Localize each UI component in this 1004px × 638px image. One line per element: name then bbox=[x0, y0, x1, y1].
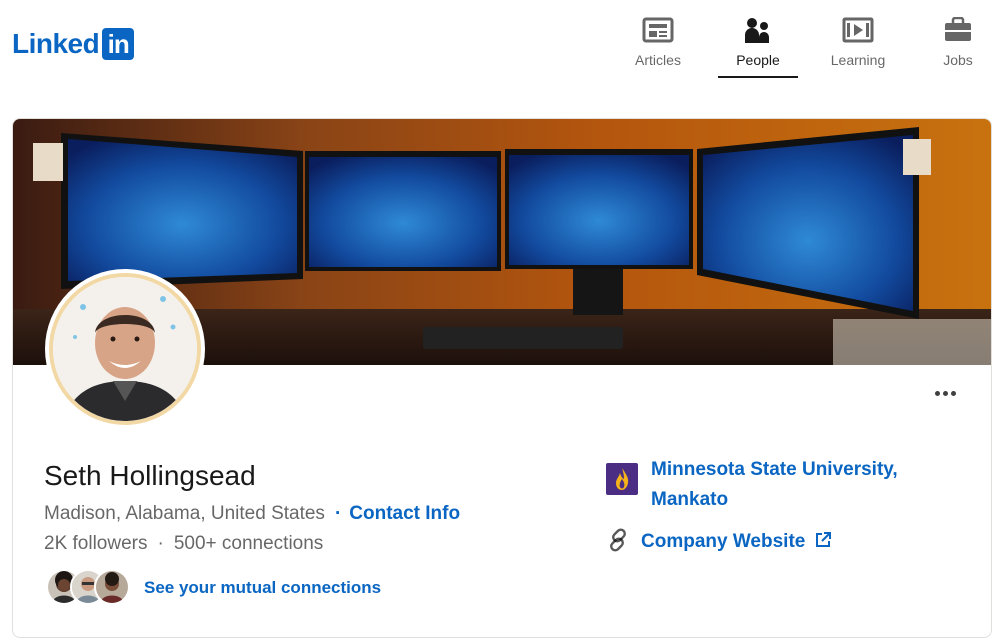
global-nav: Linked in Articles People Learning Jobs bbox=[0, 0, 1004, 92]
nav-jobs[interactable]: Jobs bbox=[918, 14, 998, 78]
link-icon bbox=[606, 528, 630, 557]
separator-dot: · bbox=[157, 533, 164, 554]
nav-label: Articles bbox=[635, 52, 681, 68]
more-dot bbox=[942, 390, 948, 396]
education-entry[interactable]: Minnesota State University, Mankato bbox=[606, 455, 911, 515]
school-name: Minnesota State University, Mankato bbox=[651, 459, 898, 510]
nav-label: Jobs bbox=[943, 52, 973, 68]
external-link-icon bbox=[805, 531, 832, 553]
more-dot bbox=[934, 390, 940, 396]
followers-count[interactable]: 2K followers bbox=[44, 533, 148, 554]
company-website-label: Company Website bbox=[641, 531, 806, 552]
profile-card: Seth Hollingsead Madison, Alabama, Unite… bbox=[12, 118, 992, 638]
company-website-link[interactable]: Company Website bbox=[606, 528, 832, 557]
mutual-connections[interactable]: See your mutual connections bbox=[46, 569, 381, 607]
mutual-avatars bbox=[46, 569, 132, 607]
articles-icon bbox=[642, 14, 674, 46]
mutual-connections-link[interactable]: See your mutual connections bbox=[144, 578, 381, 598]
contact-info-link[interactable]: Contact Info bbox=[349, 503, 460, 524]
location-text: Madison, Alabama, United States bbox=[44, 503, 325, 524]
more-actions-button[interactable] bbox=[927, 379, 963, 407]
logo-box: in bbox=[102, 28, 135, 60]
people-icon bbox=[744, 14, 772, 46]
stats-row: 2K followers · 500+ connections bbox=[44, 532, 323, 556]
minnesota-state-flame-logo bbox=[606, 463, 638, 495]
profile-photo[interactable] bbox=[45, 269, 205, 429]
logo-text: Linked bbox=[12, 28, 100, 59]
profile-name: Seth Hollingsead bbox=[44, 460, 256, 491]
connections-count[interactable]: 500+ connections bbox=[174, 533, 323, 554]
nav-articles[interactable]: Articles bbox=[618, 14, 698, 78]
separator-dot: · bbox=[334, 503, 342, 524]
location-row: Madison, Alabama, United States · Contact … bbox=[44, 502, 460, 526]
more-dot bbox=[950, 390, 956, 396]
nav-label: People bbox=[736, 52, 780, 68]
nav-label: Learning bbox=[830, 52, 886, 68]
mutual-avatar bbox=[94, 569, 130, 605]
nav-learning[interactable]: Learning bbox=[818, 14, 898, 78]
jobs-icon bbox=[944, 14, 972, 46]
nav-people[interactable]: People bbox=[718, 14, 798, 78]
linkedin-logo[interactable]: Linked in bbox=[12, 28, 135, 60]
learning-icon bbox=[842, 14, 874, 46]
